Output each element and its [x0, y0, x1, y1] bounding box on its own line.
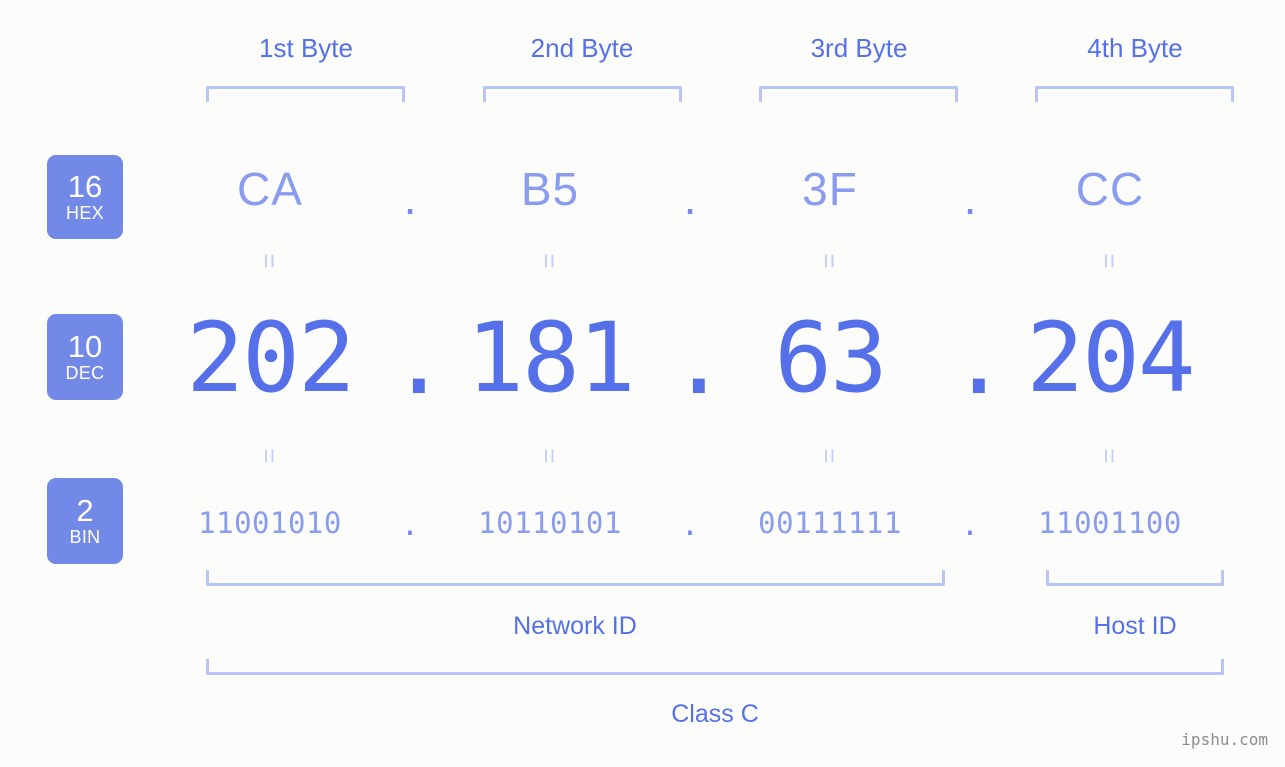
radix-badge-bin-abbr: BIN [69, 527, 101, 547]
decimal-byte-2: 181 [466, 302, 635, 414]
decimal-byte-4: 204 [1026, 302, 1195, 414]
host-id-label: Host ID [1093, 612, 1177, 640]
decimal-separator-2: . [670, 304, 728, 416]
radix-badge-dec-number: 10 [67, 329, 103, 364]
network-id-bracket [206, 570, 945, 586]
host-id-bracket [1046, 570, 1224, 586]
equality-mark-dec-bin-1: = [150, 443, 390, 469]
equality-row-dec-bin: = = = = [150, 440, 1285, 472]
equality-mark-dec-bin-2: = [430, 443, 670, 469]
equality-row-hex-dec: = = = = [150, 245, 1285, 277]
binary-separator-1: . [401, 508, 419, 542]
equals-icon: = [1095, 253, 1125, 269]
equality-mark-dec-bin-3: = [710, 443, 950, 469]
radix-badge-bin-number: 2 [76, 493, 94, 528]
equals-icon: = [255, 253, 285, 269]
equals-icon: = [535, 448, 565, 464]
equality-mark-hex-dec-1: = [150, 248, 390, 274]
hex-byte-1: CA [237, 163, 303, 215]
binary-byte-4: 11001100 [1038, 506, 1182, 540]
byte-header-1: 1st Byte [259, 33, 353, 63]
hex-value-row: CA . B5 . 3F . CC [150, 152, 1285, 226]
radix-badge-hex-number: 16 [67, 169, 103, 204]
site-watermark: ipshu.com [1181, 730, 1268, 749]
byte-header-4: 4th Byte [1087, 33, 1183, 63]
hex-separator-1: . [403, 172, 417, 224]
binary-byte-2: 10110101 [478, 506, 622, 540]
binary-separator-2: . [681, 508, 699, 542]
equals-icon: = [1095, 448, 1125, 464]
byte-header-3: 3rd Byte [810, 33, 908, 63]
radix-badge-dec-abbr: DEC [65, 363, 105, 383]
address-class-bracket [206, 659, 1224, 675]
radix-badge-dec: 10 DEC [47, 314, 123, 400]
hex-separator-3: . [963, 172, 977, 224]
binary-byte-3: 00111111 [758, 506, 902, 540]
radix-badge-hex: 16 HEX [47, 155, 123, 239]
decimal-value-row: 202 . 181 . 63 . 204 [150, 300, 1285, 416]
network-id-label: Network ID [513, 612, 637, 640]
byte-bracket-top-3 [759, 86, 958, 102]
address-class-label: Class C [671, 700, 759, 728]
decimal-byte-3: 63 [774, 302, 888, 414]
hex-separator-2: . [683, 172, 697, 224]
hex-byte-3: 3F [802, 163, 858, 215]
equals-icon: = [815, 253, 845, 269]
binary-separator-3: . [961, 508, 979, 542]
decimal-separator-3: . [950, 304, 1008, 416]
binary-value-row: 11001010 . 10110101 . 00111111 . 1100110… [150, 495, 1285, 551]
hex-byte-2: B5 [520, 163, 580, 215]
decimal-byte-1: 202 [186, 302, 355, 414]
radix-badge-hex-abbr: HEX [66, 203, 104, 223]
byte-bracket-top-2 [483, 86, 682, 102]
decimal-separator-1: . [390, 304, 448, 416]
byte-header-2: 2nd Byte [530, 33, 634, 63]
equals-icon: = [535, 253, 565, 269]
equality-mark-hex-dec-2: = [430, 248, 670, 274]
byte-bracket-top-1 [206, 86, 405, 102]
equality-mark-hex-dec-3: = [710, 248, 950, 274]
radix-badge-bin: 2 BIN [47, 478, 123, 564]
equality-mark-hex-dec-4: = [990, 248, 1230, 274]
equality-mark-dec-bin-4: = [990, 443, 1230, 469]
equals-icon: = [815, 448, 845, 464]
ip-breakdown-diagram: 1st Byte 2nd Byte 3rd Byte 4th Byte 16 H… [0, 0, 1285, 767]
hex-byte-4: CC [1075, 163, 1145, 215]
byte-bracket-top-4 [1035, 86, 1234, 102]
binary-byte-1: 11001010 [198, 506, 342, 540]
equals-icon: = [255, 448, 285, 464]
